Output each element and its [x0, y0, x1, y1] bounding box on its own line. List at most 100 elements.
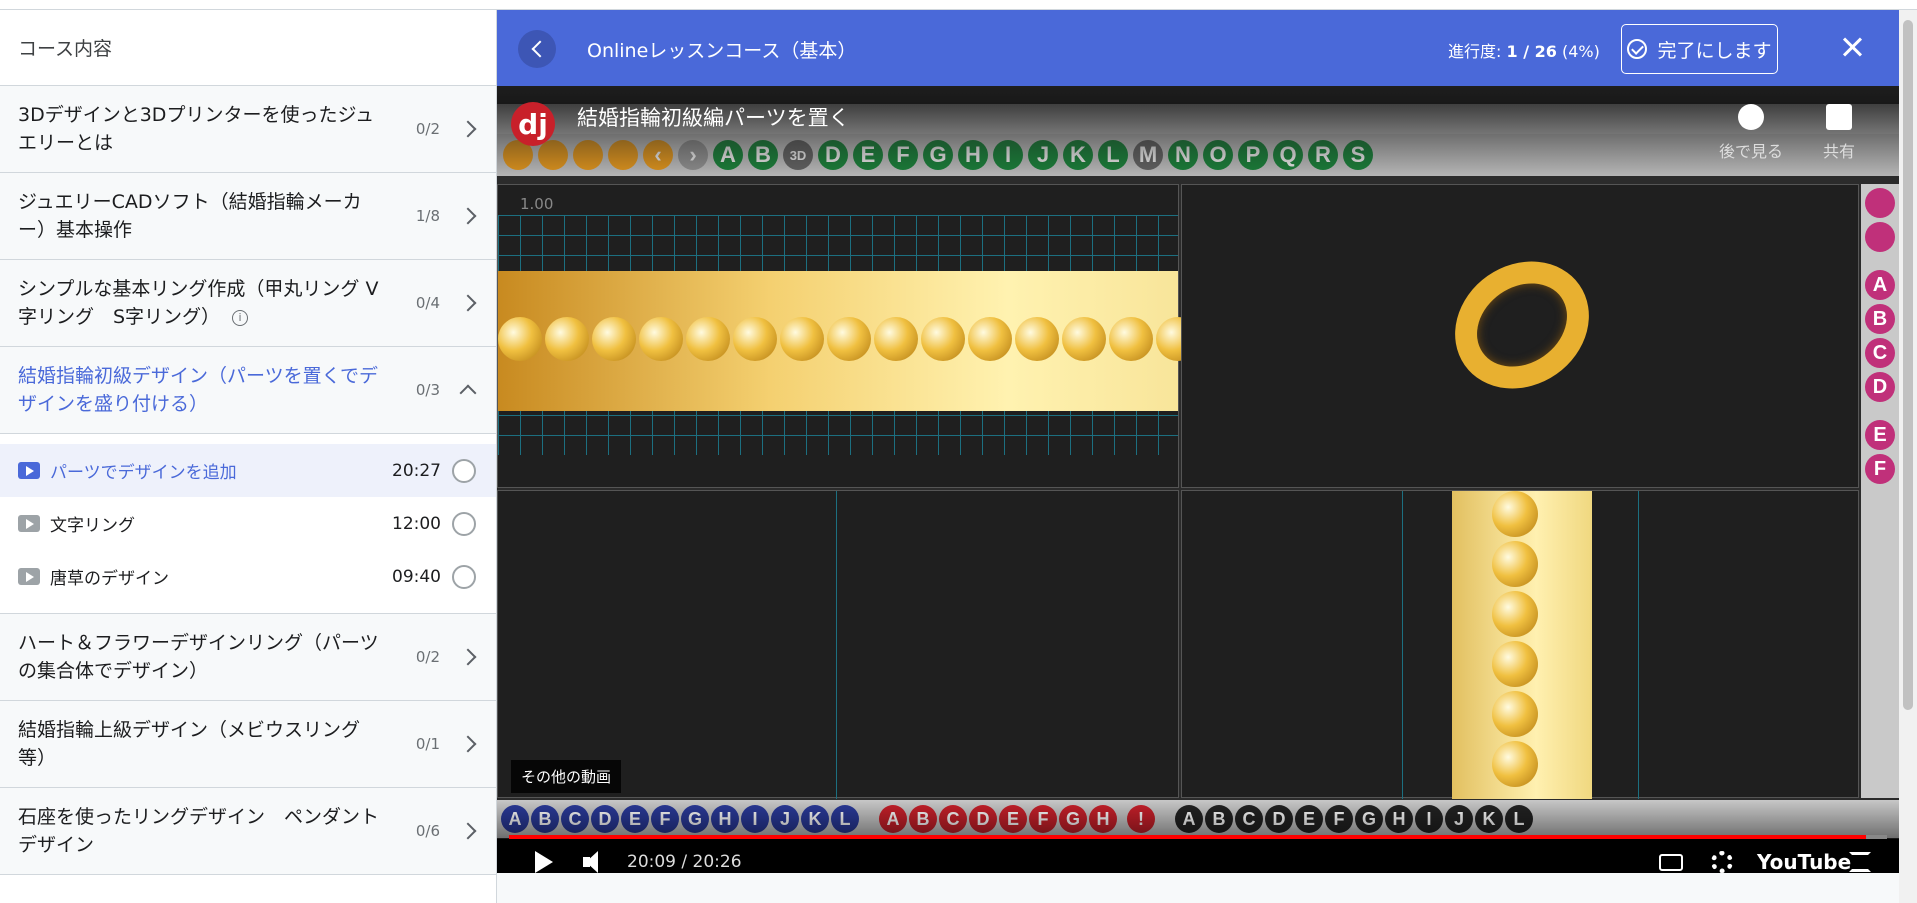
viewport-top-view: 1.00	[497, 184, 1200, 488]
chevron-right-icon	[459, 648, 477, 666]
bead-column	[1490, 491, 1540, 799]
lesson-complete-checkbox[interactable]	[452, 458, 476, 483]
axis-line	[1638, 491, 1639, 799]
viewport-perspective	[1181, 184, 1859, 488]
lesson-list-spacer	[0, 603, 496, 613]
seek-bar-fill	[509, 835, 1867, 839]
settings-gear-icon[interactable]	[1711, 851, 1733, 873]
volume-icon[interactable]	[583, 851, 607, 873]
section-count: 0/4	[415, 294, 440, 312]
axis-line	[1402, 491, 1403, 799]
progress-value: 1 / 26	[1506, 42, 1557, 61]
scale-label: 1.00	[520, 195, 554, 213]
palette-button: C	[1865, 338, 1895, 368]
palette-button: E	[1865, 420, 1895, 450]
play-icon[interactable]	[535, 851, 553, 873]
info-icon[interactable]: i	[232, 309, 249, 326]
course-header-bar: Onlineレッスンコース（基本） 進行度: 1 / 26 (4%) 完了にしま…	[497, 10, 1917, 86]
section-title: 3Dデザインと3Dプリンターを使ったジュエリーとは	[18, 104, 375, 154]
channel-avatar[interactable]: dj	[511, 102, 555, 146]
lesson-item-current[interactable]: パーツでデザインを追加 20:27	[0, 444, 496, 497]
check-circle-icon	[1627, 39, 1648, 59]
section-title: 結婚指輪初級デザイン（パーツを置くでデザインを盛り付ける）	[18, 365, 379, 415]
lesson-item[interactable]: 唐草のデザイン 09:40	[0, 550, 496, 603]
video-icon	[18, 462, 40, 479]
page-scrollbar[interactable]	[1899, 10, 1917, 903]
lesson-list-spacer	[0, 434, 496, 444]
share-label: 共有	[1822, 142, 1855, 161]
chevron-right-icon	[459, 735, 477, 753]
clock-icon	[1738, 104, 1764, 130]
section-title: 石座を使ったリングデザイン ペンダントデザイン	[18, 806, 380, 856]
right-tool-palette: A B C D E F	[1861, 184, 1899, 798]
section-item[interactable]: 石座を使ったリングデザイン ペンダントデザイン 0/6	[0, 788, 496, 875]
watch-later-label: 後で見る	[1718, 142, 1783, 161]
section-title: シンプルな基本リング作成（甲丸リング V字リング S字リング） i	[18, 275, 388, 331]
section-item[interactable]: シンプルな基本リング作成（甲丸リング V字リング S字リング） i 0/4	[0, 260, 496, 347]
seek-bar[interactable]	[509, 835, 1887, 839]
gem-icon	[1865, 222, 1895, 252]
watch-later-button[interactable]: 後で見る	[1711, 104, 1791, 162]
chevron-right-icon	[459, 822, 477, 840]
captions-icon[interactable]	[1659, 854, 1683, 871]
lesson-title: 唐草のデザイン	[50, 569, 169, 589]
progress-percent: (4%)	[1561, 42, 1600, 61]
section-item[interactable]: ジュエリーCADソフト（結婚指輪メーカー）基本操作 1/8	[0, 173, 496, 260]
video-player[interactable]: ‹ › A B 3D D E F G H I J K L M N O P Q R…	[497, 86, 1899, 873]
section-item[interactable]: 3Dデザインと3Dプリンターを使ったジュエリーとは 0/2	[0, 86, 496, 173]
course-title: Onlineレッスンコース（基本）	[587, 40, 857, 62]
fullscreen-icon[interactable]	[1849, 852, 1871, 872]
youtube-logo[interactable]: YouTube	[1757, 850, 1851, 873]
video-title[interactable]: 結婚指輪初級編パーツを置く	[577, 102, 850, 132]
mark-complete-button[interactable]: 完了にします	[1621, 24, 1778, 74]
ring-3d	[1430, 235, 1614, 415]
lesson-duration: 12:00	[392, 513, 441, 534]
video-icon	[18, 515, 40, 532]
palette-button: B	[1865, 304, 1895, 334]
section-item-active[interactable]: 結婚指輪初級デザイン（パーツを置くでデザインを盛り付ける） 0/3	[0, 347, 496, 434]
sidebar-header: コース内容	[0, 10, 496, 86]
lesson-title: パーツでデザインを追加	[50, 463, 237, 483]
section-title: ジュエリーCADソフト（結婚指輪メーカー）基本操作	[18, 191, 362, 241]
player-controls: 20:09 / 20:26 YouTube	[497, 799, 1899, 873]
viewport-side-view	[1181, 490, 1859, 799]
axis-line	[836, 491, 837, 799]
time-display: 20:09 / 20:26	[627, 852, 742, 872]
section-title: ハート＆フラワーデザインリング（パーツの集合体でデザイン）	[18, 632, 379, 682]
lesson-item[interactable]: 文字リング 12:00	[0, 497, 496, 550]
video-icon	[18, 568, 40, 585]
top-border	[0, 0, 1917, 10]
progress-indicator: 進行度: 1 / 26 (4%)	[1448, 38, 1600, 62]
lesson-duration: 20:27	[392, 460, 441, 481]
share-button[interactable]: 共有	[1799, 104, 1879, 162]
section-item[interactable]: ハート＆フラワーデザインリング（パーツの集合体でデザイン） 0/2	[0, 614, 496, 701]
course-content-sidebar: コース内容 3Dデザインと3Dプリンターを使ったジュエリーとは 0/2 ジュエリ…	[0, 10, 497, 903]
lesson-complete-checkbox[interactable]	[452, 511, 476, 536]
close-icon[interactable]	[1837, 32, 1867, 62]
section-count: 0/3	[415, 381, 440, 399]
lesson-duration: 09:40	[392, 566, 441, 587]
below-player-area	[497, 873, 1899, 903]
scrollbar-thumb[interactable]	[1903, 20, 1913, 710]
chevron-right-icon	[459, 294, 477, 312]
more-videos-button[interactable]: その他の動画	[511, 760, 622, 793]
bead-row	[498, 317, 1200, 363]
ring-icon	[1865, 188, 1895, 218]
section-count: 0/6	[415, 822, 440, 840]
progress-label: 進行度:	[1448, 42, 1502, 61]
lesson-list: パーツでデザインを追加 20:27 文字リング 12:00 唐草のデザイン 09…	[0, 434, 496, 614]
back-button[interactable]	[518, 30, 556, 68]
chevron-right-icon	[459, 207, 477, 225]
chevron-up-icon	[459, 384, 477, 402]
section-item[interactable]: 結婚指輪上級デザイン（メビウスリング等） 0/1	[0, 701, 496, 788]
section-count: 0/1	[415, 735, 440, 753]
section-title-text: シンプルな基本リング作成（甲丸リング V字リング S字リング）	[18, 278, 379, 328]
mark-complete-label: 完了にします	[1657, 39, 1772, 62]
lesson-complete-checkbox[interactable]	[452, 564, 476, 589]
viewport-front-view	[497, 490, 1179, 799]
section-title: 結婚指輪上級デザイン（メビウスリング等）	[18, 719, 361, 769]
palette-button: D	[1865, 372, 1895, 402]
chevron-right-icon	[459, 120, 477, 138]
section-count: 1/8	[415, 207, 440, 225]
palette-button: A	[1865, 270, 1895, 300]
